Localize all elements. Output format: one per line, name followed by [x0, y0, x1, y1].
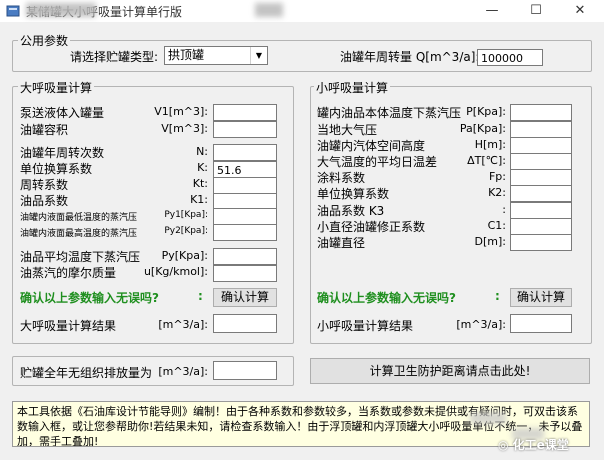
molar-mass-input[interactable] [213, 265, 277, 282]
small-row-label: 当地大气压 [317, 123, 378, 137]
big-row-symbol: V[m^3]: [161, 122, 208, 135]
big-result-unit: [m^3/a]: [158, 318, 208, 331]
small-diameter-factor-input[interactable] [510, 218, 572, 235]
vapor-space-height-input[interactable] [510, 137, 572, 154]
big-row-symbol: Py2[Kpa]: [164, 226, 208, 236]
big-row-label: 油品系数 [20, 194, 69, 208]
min-vapor-pressure-input[interactable] [213, 208, 277, 225]
small-result-unit: [m^3/a]: [456, 318, 506, 331]
big-confirm-colon: : [198, 289, 203, 303]
big-row-label: 油罐容积 [20, 123, 69, 137]
maximize-button[interactable]: ☐ [514, 0, 558, 22]
big-row-symbol: K1: [190, 193, 208, 206]
brand-watermark: ◎ 化工e课堂 [498, 436, 569, 453]
big-row-label: 单位换算系数 [20, 162, 93, 176]
big-row-label: 周转系数 [20, 178, 69, 192]
watermark-redaction [470, 412, 506, 424]
big-row-label: 油罐年周转次数 [20, 146, 105, 160]
protect-distance-button[interactable]: 计算卫生防护距离请点击此处! [310, 358, 590, 384]
small-calc-button[interactable]: 确认计算 [510, 288, 572, 307]
small-row-symbol: : [502, 203, 506, 216]
small-row-symbol: P[Kpa]: [466, 105, 506, 118]
app-window: 某储罐大小呼吸量计算单行版 — ☐ ✕ 公用参数 请选择贮罐类型: 拱顶罐 ▼ … [0, 0, 604, 460]
title-redaction [26, 3, 96, 17]
annual-emission-label: 贮罐全年无组织排放量为 [20, 366, 153, 380]
minimize-button[interactable]: — [470, 0, 514, 22]
turnover-count-input[interactable] [213, 144, 277, 161]
title-bar: 某储罐大小呼吸量计算单行版 — ☐ ✕ [0, 0, 604, 22]
chevron-down-icon[interactable]: ▼ [250, 47, 267, 64]
small-row-symbol: K2: [488, 186, 506, 199]
big-breathing-legend: 大呼吸量计算 [18, 79, 95, 96]
big-result-label: 大呼吸量计算结果 [20, 319, 117, 333]
small-row-label: 油罐内汽体空间高度 [317, 139, 426, 153]
annual-emission-output[interactable] [213, 361, 277, 380]
small-row-symbol: Fp: [488, 170, 506, 183]
tank-diameter-input[interactable] [510, 234, 572, 251]
annual-emission-unit: [m^3/a]: [158, 365, 208, 378]
small-breathing-legend: 小呼吸量计算 [314, 79, 391, 96]
tank-type-select[interactable]: 拱顶罐 ▼ [164, 46, 268, 65]
big-confirm-prompt: 确认以上参数输入无误吗? [20, 291, 159, 305]
close-button[interactable]: ✕ [558, 0, 602, 22]
max-vapor-pressure-input[interactable] [213, 224, 277, 241]
small-row-symbol: Pa[Kpa]: [459, 122, 506, 135]
big-row-symbol: Kt: [192, 177, 208, 190]
big-row-symbol: K: [197, 161, 208, 174]
small-row-label: 油品系数 K3 [317, 204, 385, 218]
tank-type-label: 请选择贮罐类型: [70, 50, 159, 64]
small-confirm-colon: : [495, 289, 500, 303]
big-row-symbol: Py[Kpa]: [161, 249, 208, 262]
small-row-label: 单位换算系数 [317, 187, 390, 201]
atm-pressure-input[interactable] [510, 121, 572, 138]
title-redaction [255, 3, 283, 17]
big-calc-button[interactable]: 确认计算 [213, 288, 277, 307]
big-row-symbol: Py1[Kpa]: [164, 210, 208, 220]
turnover-factor-input[interactable] [213, 177, 277, 194]
tank-type-value: 拱顶罐 [168, 48, 205, 62]
big-row-label: 油罐内液面最高温度的蒸汽压 [20, 229, 138, 239]
big-row-symbol: N: [196, 145, 208, 158]
big-row-label: 油蒸汽的摩尔质量 [20, 266, 117, 280]
pump-volume-input[interactable] [213, 104, 277, 121]
unit-factor-k-input[interactable]: 51.6 [213, 161, 277, 178]
small-confirm-prompt: 确认以上参数输入无误吗? [317, 291, 456, 305]
turnover-input[interactable]: 100000 [477, 49, 543, 66]
small-row-label: 大气温度的平均日温差 [317, 155, 438, 169]
big-row-label: 油罐内液面最低温度的蒸汽压 [20, 213, 138, 223]
small-result-output[interactable] [510, 314, 572, 333]
avg-vapor-pressure-input[interactable] [213, 248, 277, 265]
brand-logo-icon: ◎ [498, 438, 509, 452]
app-icon [6, 4, 20, 18]
small-row-label: 涂料系数 [317, 171, 366, 185]
paint-factor-input[interactable] [510, 169, 572, 186]
daily-temp-diff-input[interactable] [510, 153, 572, 170]
big-row-symbol: V1[m^3]: [154, 105, 208, 118]
turnover-label: 油罐年周转量 Q[m^3/a]: [340, 50, 480, 64]
small-row-label: 小直径油罐修正系数 [317, 220, 426, 234]
big-row-symbol: u[Kg/kmol]: [143, 265, 208, 278]
small-row-symbol: C1: [487, 219, 506, 232]
unit-factor-k2-input[interactable] [510, 185, 572, 202]
tank-volume-input[interactable] [213, 121, 277, 138]
common-params-legend: 公用参数 [18, 32, 71, 49]
small-row-symbol: H[m]: [474, 138, 506, 151]
brand-text: 化工e课堂 [512, 438, 569, 452]
small-result-label: 小呼吸量计算结果 [317, 319, 414, 333]
small-row-label: 油罐直径 [317, 236, 366, 250]
body-vapor-pressure-input[interactable] [510, 104, 572, 121]
big-result-output[interactable] [213, 314, 277, 333]
small-row-symbol: D[m]: [474, 235, 506, 248]
big-row-label: 泵送液体入罐量 [20, 106, 105, 120]
small-row-symbol: ΔT[℃]: [467, 154, 506, 167]
big-row-label: 油品平均温度下蒸汽压 [20, 250, 141, 264]
oil-factor-k3-input[interactable] [510, 202, 572, 219]
